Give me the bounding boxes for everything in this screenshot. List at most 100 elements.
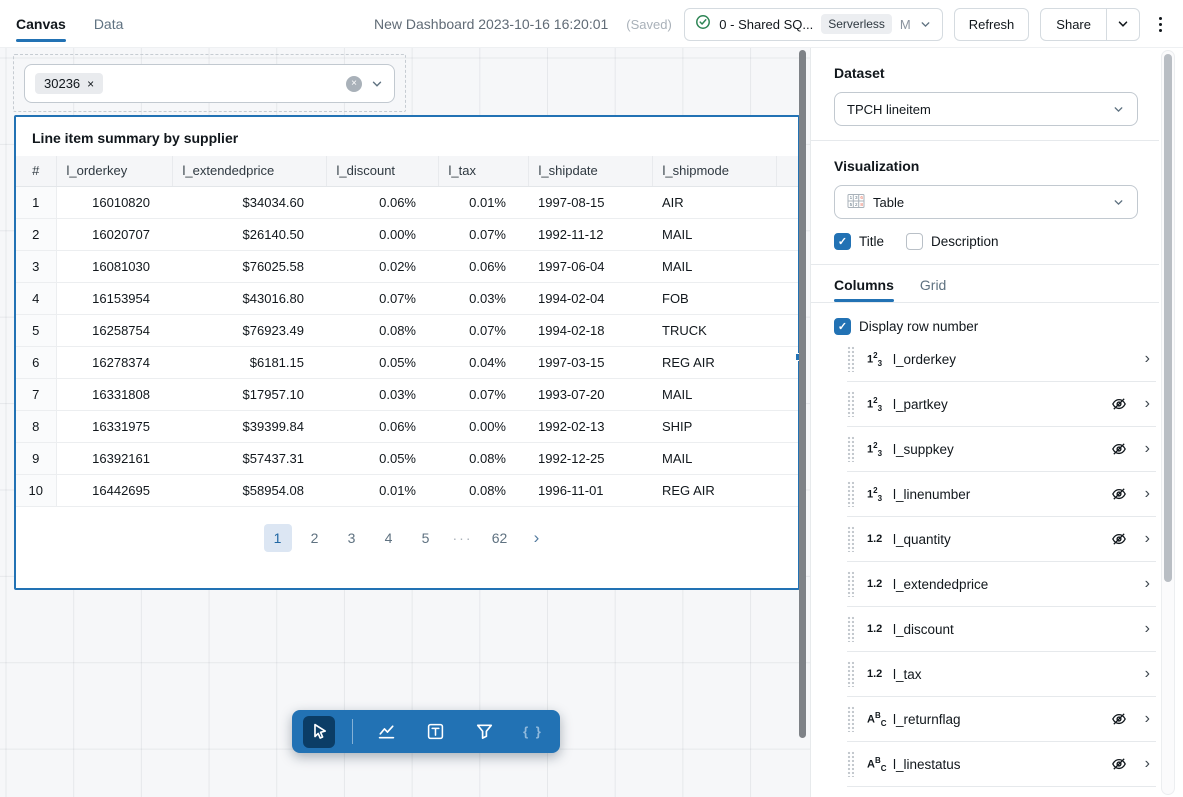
visualization-select[interactable]: 136528 Table (834, 185, 1138, 219)
column-header-l_orderkey[interactable]: l_orderkey (56, 156, 172, 186)
dashboard-title[interactable]: New Dashboard 2023-10-16 16:20:01 (374, 16, 608, 32)
sidebar-scrollbar-thumb[interactable] (1164, 54, 1172, 582)
drag-handle-icon[interactable] (847, 481, 854, 507)
dataset-select[interactable]: TPCH lineitem (834, 92, 1138, 126)
title-checkbox[interactable]: ✓ (834, 233, 851, 250)
chevron-right-icon[interactable]: › (1145, 531, 1150, 547)
drag-handle-icon[interactable] (847, 436, 854, 462)
tab-grid[interactable]: Grid (920, 277, 946, 302)
table-cell: REG AIR (652, 474, 776, 506)
drag-handle-icon[interactable] (847, 751, 854, 777)
column-item-l_partkey[interactable]: 123l_partkey› (847, 382, 1156, 427)
tab-data[interactable]: Data (94, 0, 124, 48)
column-header-l_discount[interactable]: l_discount (326, 156, 438, 186)
table-cell: 0.00% (438, 410, 528, 442)
table-cell: 16331808 (56, 378, 172, 410)
drag-handle-icon[interactable] (847, 391, 854, 417)
chevron-right-icon[interactable]: › (1145, 621, 1150, 637)
warehouse-selector[interactable]: 0 - Shared SQ... Serverless M (684, 8, 942, 41)
column-item-l_quantity[interactable]: 1.2l_quantity› (847, 517, 1156, 562)
chevron-right-icon[interactable]: › (1145, 396, 1150, 412)
column-item-l_linestatus[interactable]: ABCl_linestatus› (847, 742, 1156, 787)
column-header-l_tax[interactable]: l_tax (438, 156, 528, 186)
table-cell: FOB (652, 282, 776, 314)
tab-canvas[interactable]: Canvas (16, 0, 66, 48)
filter-icon[interactable] (468, 716, 500, 748)
display-row-number-checkbox[interactable]: ✓ (834, 318, 851, 335)
drag-handle-icon[interactable] (847, 571, 854, 597)
table-cell: 16331975 (56, 410, 172, 442)
table-cell: AIR (652, 186, 776, 218)
table-cell: $58954.08 (172, 474, 326, 506)
description-checkbox[interactable] (906, 233, 923, 250)
eye-off-icon[interactable] (1110, 485, 1128, 503)
filter-widget[interactable]: 30236 × × (24, 64, 395, 103)
column-item-l_suppkey[interactable]: 123l_suppkey› (847, 427, 1156, 472)
page-button-62[interactable]: 62 (486, 524, 514, 552)
share-dropdown-button[interactable] (1106, 9, 1139, 40)
drag-handle-icon[interactable] (847, 706, 854, 732)
eye-off-icon[interactable] (1110, 440, 1128, 458)
eye-off-icon[interactable] (1110, 530, 1128, 548)
chevron-right-icon[interactable]: › (1145, 486, 1150, 502)
warehouse-name: 0 - Shared SQ... (719, 17, 813, 32)
column-item-l_extendedprice[interactable]: 1.2l_extendedprice› (847, 562, 1156, 607)
table-cell-empty (776, 378, 798, 410)
share-button[interactable]: Share (1041, 9, 1106, 40)
chevron-right-icon[interactable]: › (1145, 441, 1150, 457)
display-row-number-item[interactable]: ✓ Display row number (834, 318, 978, 335)
table-cell: MAIL (652, 378, 776, 410)
column-header-l_extendedprice[interactable]: l_extendedprice (172, 156, 326, 186)
page-button-2[interactable]: 2 (301, 524, 329, 552)
check-circle-icon (695, 14, 711, 35)
column-item-l_returnflag[interactable]: ABCl_returnflag› (847, 697, 1156, 742)
column-header-rownum[interactable]: # (16, 156, 56, 186)
eye-off-icon[interactable] (1110, 710, 1128, 728)
title-checkbox-item[interactable]: ✓ Title (834, 233, 884, 250)
column-name: l_linenumber (893, 487, 970, 502)
eye-off-icon[interactable] (1110, 755, 1128, 773)
column-item-l_tax[interactable]: 1.2l_tax› (847, 652, 1156, 697)
column-item-l_orderkey[interactable]: 123l_orderkey› (847, 337, 1156, 382)
chevron-right-icon[interactable]: › (1145, 756, 1150, 772)
cursor-icon[interactable] (303, 716, 335, 748)
table-widget[interactable]: Line item summary by supplier #l_orderke… (14, 115, 800, 590)
chevron-right-icon[interactable]: › (1145, 666, 1150, 682)
chevron-right-icon[interactable]: › (1145, 576, 1150, 592)
column-item-l_linenumber[interactable]: 123l_linenumber › (847, 472, 1156, 517)
chip-remove-icon[interactable]: × (87, 77, 94, 91)
refresh-button[interactable]: Refresh (954, 8, 1030, 41)
tab-columns[interactable]: Columns (834, 277, 894, 302)
dashboard-canvas[interactable]: 30236 × × Line item summary by supplier (0, 48, 810, 797)
integer-type-icon: 123 (867, 486, 893, 503)
table-cell: 16278374 (56, 346, 172, 378)
description-checkbox-item[interactable]: Description (906, 233, 999, 250)
chart-icon[interactable] (370, 716, 402, 748)
column-header-l_shipdate[interactable]: l_shipdate (528, 156, 652, 186)
page-button-5[interactable]: 5 (412, 524, 440, 552)
column-header-l_shipmode[interactable]: l_shipmode (652, 156, 776, 186)
textbox-icon[interactable] (419, 716, 451, 748)
table-cell: 0.03% (326, 378, 438, 410)
page-button-4[interactable]: 4 (375, 524, 403, 552)
drag-handle-icon[interactable] (847, 346, 854, 372)
table-header-row: #l_orderkeyl_extendedpricel_discountl_ta… (16, 156, 798, 186)
drag-handle-icon[interactable] (847, 526, 854, 552)
chevron-right-icon[interactable]: › (1145, 351, 1150, 367)
page-button-1[interactable]: 1 (264, 524, 292, 552)
table-cell: 1992-02-13 (528, 410, 652, 442)
clear-filter-icon[interactable]: × (346, 76, 362, 92)
chevron-down-icon[interactable] (370, 77, 384, 91)
canvas-scrollbar[interactable] (799, 50, 806, 738)
table-cell-empty (776, 218, 798, 250)
drag-handle-icon[interactable] (847, 616, 854, 642)
drag-handle-icon[interactable] (847, 661, 854, 687)
eye-off-icon[interactable] (1110, 395, 1128, 413)
page-button-3[interactable]: 3 (338, 524, 366, 552)
column-item-l_discount[interactable]: 1.2l_discount› (847, 607, 1156, 652)
warehouse-type-badge: Serverless (821, 14, 892, 34)
chevron-right-icon[interactable]: › (1145, 711, 1150, 727)
result-table-body: 116010820$34034.600.06%0.01%1997-08-15AI… (16, 186, 798, 506)
kebab-menu-icon[interactable] (1151, 8, 1169, 41)
next-page-button[interactable]: › (523, 524, 551, 552)
